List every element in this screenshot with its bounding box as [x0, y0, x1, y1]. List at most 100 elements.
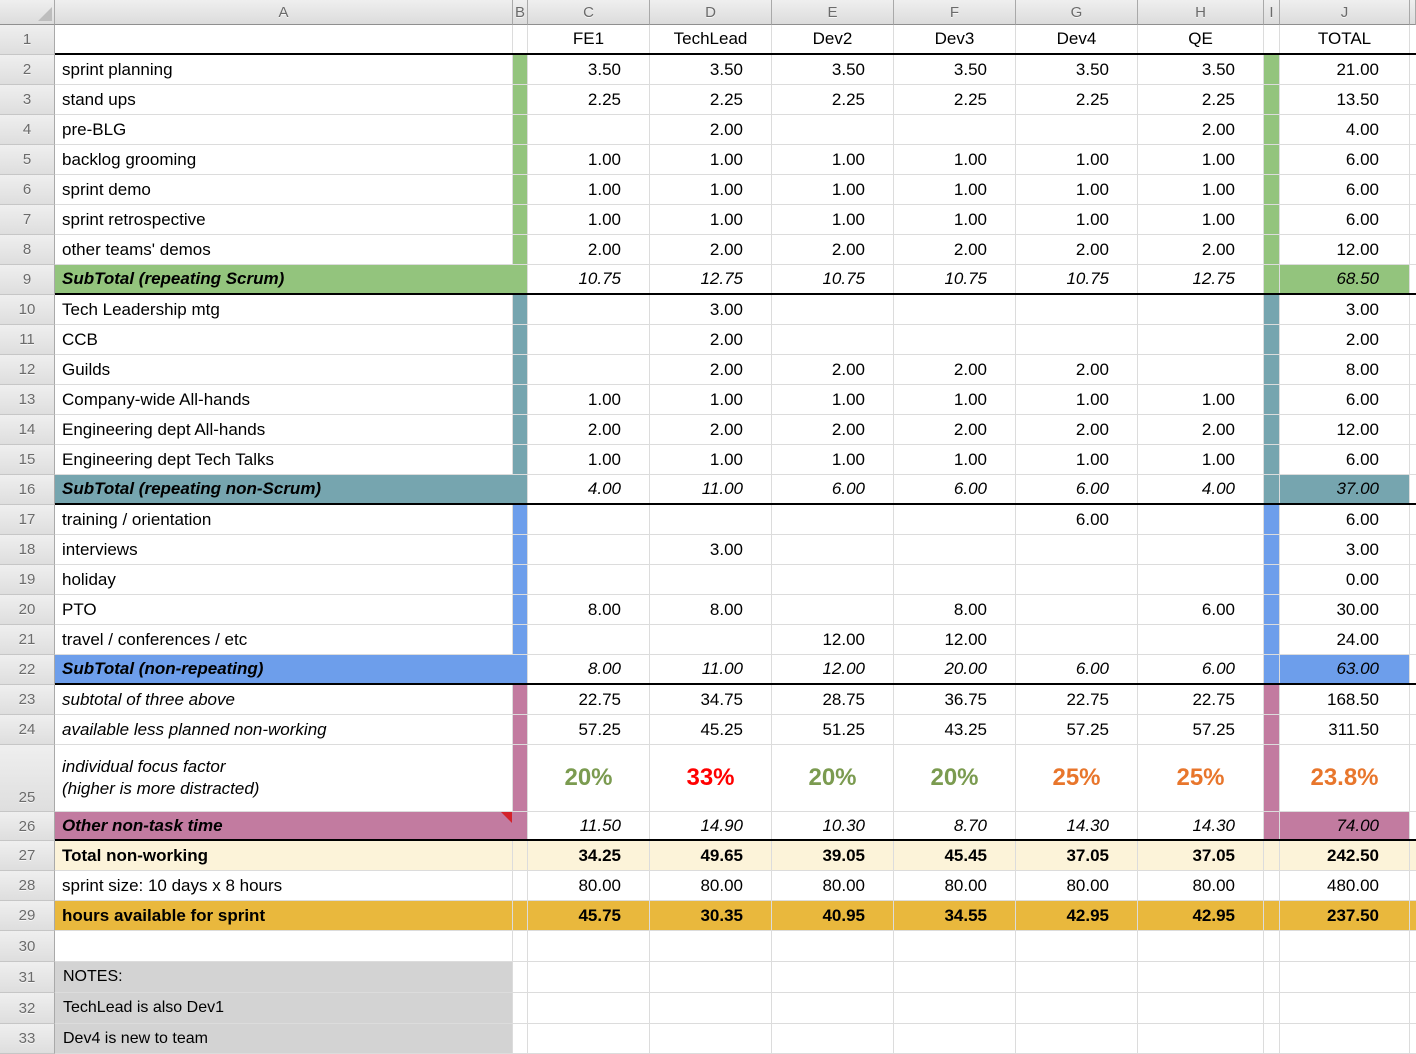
cell-next-column-26[interactable] — [1410, 812, 1416, 839]
row-header-17[interactable]: 17 — [0, 505, 55, 535]
cell-E15[interactable]: 1.00 — [772, 445, 894, 474]
cell-E22[interactable]: 12.00 — [772, 655, 894, 683]
cell-A20[interactable]: PTO — [55, 595, 513, 624]
cell-D33[interactable] — [650, 1024, 772, 1053]
cell-A29[interactable]: hours available for sprint — [55, 901, 513, 930]
cell-H19[interactable] — [1138, 565, 1264, 594]
cell-B25[interactable] — [513, 745, 528, 811]
cell-E11[interactable] — [772, 325, 894, 354]
cell-B2[interactable] — [513, 55, 528, 84]
cell-D27[interactable]: 49.65 — [650, 841, 772, 870]
cell-D11[interactable]: 2.00 — [650, 325, 772, 354]
cell-G12[interactable]: 2.00 — [1016, 355, 1138, 384]
cell-F15[interactable]: 1.00 — [894, 445, 1016, 474]
cell-I23[interactable] — [1264, 685, 1280, 714]
cell-G16[interactable]: 6.00 — [1016, 475, 1138, 503]
cell-G14[interactable]: 2.00 — [1016, 415, 1138, 444]
cell-F23[interactable]: 36.75 — [894, 685, 1016, 714]
cell-H28[interactable]: 80.00 — [1138, 871, 1264, 900]
cell-B14[interactable] — [513, 415, 528, 444]
cell-E19[interactable] — [772, 565, 894, 594]
cell-D9[interactable]: 12.75 — [650, 265, 772, 293]
cell-next-column-4[interactable] — [1410, 115, 1416, 144]
row-header-28[interactable]: 28 — [0, 871, 55, 901]
cell-B1[interactable] — [513, 25, 528, 53]
cell-H8[interactable]: 2.00 — [1138, 235, 1264, 264]
cell-E5[interactable]: 1.00 — [772, 145, 894, 174]
cell-A31[interactable]: NOTES: — [55, 962, 513, 992]
cell-G8[interactable]: 2.00 — [1016, 235, 1138, 264]
cell-F14[interactable]: 2.00 — [894, 415, 1016, 444]
cell-B12[interactable] — [513, 355, 528, 384]
cell-I9[interactable] — [1264, 265, 1280, 293]
cell-H30[interactable] — [1138, 931, 1264, 961]
cell-D17[interactable] — [650, 505, 772, 534]
row-header-20[interactable]: 20 — [0, 595, 55, 625]
cell-E31[interactable] — [772, 962, 894, 992]
cell-A14[interactable]: Engineering dept All-hands — [55, 415, 513, 444]
cell-A32[interactable]: TechLead is also Dev1 — [55, 993, 513, 1023]
cell-D22[interactable]: 11.00 — [650, 655, 772, 683]
row-header-24[interactable]: 24 — [0, 715, 55, 745]
cell-D32[interactable] — [650, 993, 772, 1023]
cell-G27[interactable]: 37.05 — [1016, 841, 1138, 870]
cell-C33[interactable] — [528, 1024, 650, 1053]
cell-J22[interactable]: 63.00 — [1280, 655, 1410, 683]
cell-J16[interactable]: 37.00 — [1280, 475, 1410, 503]
cell-F30[interactable] — [894, 931, 1016, 961]
cell-I13[interactable] — [1264, 385, 1280, 414]
cell-C2[interactable]: 3.50 — [528, 55, 650, 84]
cell-D26[interactable]: 14.90 — [650, 812, 772, 839]
cell-J33[interactable] — [1280, 1024, 1410, 1053]
cell-I20[interactable] — [1264, 595, 1280, 624]
row-header-27[interactable]: 27 — [0, 841, 55, 871]
cell-F5[interactable]: 1.00 — [894, 145, 1016, 174]
cell-next-column-6[interactable] — [1410, 175, 1416, 204]
cell-C18[interactable] — [528, 535, 650, 564]
cell-next-column-14[interactable] — [1410, 415, 1416, 444]
cell-next-column-19[interactable] — [1410, 565, 1416, 594]
cell-C1[interactable]: FE1 — [528, 25, 650, 53]
cell-F24[interactable]: 43.25 — [894, 715, 1016, 744]
column-header-partial[interactable] — [1410, 0, 1416, 25]
cell-E21[interactable]: 12.00 — [772, 625, 894, 654]
cell-B18[interactable] — [513, 535, 528, 564]
cell-C4[interactable] — [528, 115, 650, 144]
cell-B24[interactable] — [513, 715, 528, 744]
cell-J24[interactable]: 311.50 — [1280, 715, 1410, 744]
row-header-4[interactable]: 4 — [0, 115, 55, 145]
cell-D2[interactable]: 3.50 — [650, 55, 772, 84]
cell-H24[interactable]: 57.25 — [1138, 715, 1264, 744]
cell-G1[interactable]: Dev4 — [1016, 25, 1138, 53]
column-header-H[interactable]: H — [1138, 0, 1264, 25]
cell-D10[interactable]: 3.00 — [650, 295, 772, 324]
cell-H23[interactable]: 22.75 — [1138, 685, 1264, 714]
cell-E30[interactable] — [772, 931, 894, 961]
column-header-F[interactable]: F — [894, 0, 1016, 25]
cell-E12[interactable]: 2.00 — [772, 355, 894, 384]
cell-G5[interactable]: 1.00 — [1016, 145, 1138, 174]
cell-C22[interactable]: 8.00 — [528, 655, 650, 683]
cell-H3[interactable]: 2.25 — [1138, 85, 1264, 114]
cell-D18[interactable]: 3.00 — [650, 535, 772, 564]
row-header-23[interactable]: 23 — [0, 685, 55, 715]
cell-next-column-8[interactable] — [1410, 235, 1416, 264]
cell-F26[interactable]: 8.70 — [894, 812, 1016, 839]
cell-A27[interactable]: Total non-working — [55, 841, 513, 870]
row-header-9[interactable]: 9 — [0, 265, 55, 295]
cell-F19[interactable] — [894, 565, 1016, 594]
cell-I18[interactable] — [1264, 535, 1280, 564]
cell-B33[interactable] — [513, 1024, 528, 1053]
cell-next-column-2[interactable] — [1410, 55, 1416, 84]
cell-J29[interactable]: 237.50 — [1280, 901, 1410, 930]
cell-I31[interactable] — [1264, 962, 1280, 992]
cell-D1[interactable]: TechLead — [650, 25, 772, 53]
cell-F7[interactable]: 1.00 — [894, 205, 1016, 234]
cell-H1[interactable]: QE — [1138, 25, 1264, 53]
cell-H33[interactable] — [1138, 1024, 1264, 1053]
cell-H21[interactable] — [1138, 625, 1264, 654]
cell-A22[interactable]: SubTotal (non-repeating) — [55, 655, 528, 683]
cell-B28[interactable] — [513, 871, 528, 900]
cell-F33[interactable] — [894, 1024, 1016, 1053]
cell-B3[interactable] — [513, 85, 528, 114]
